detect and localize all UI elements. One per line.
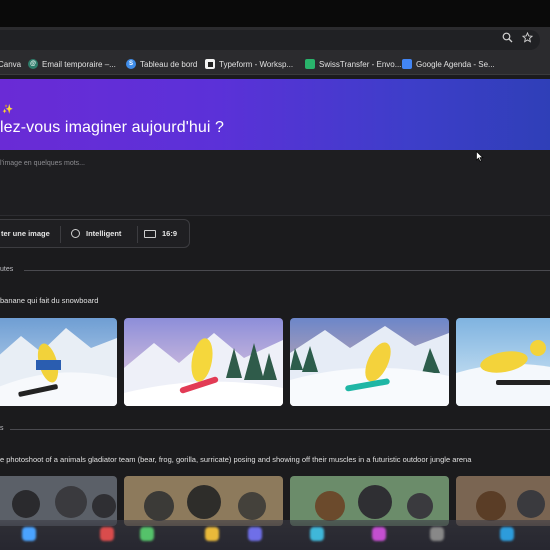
bookmark-google-agenda[interactable]: Google Agenda - Se... xyxy=(402,57,495,71)
generated-image-2[interactable] xyxy=(124,318,283,406)
browser-window: Canva @ Email temporaire –... S Tableau … xyxy=(0,0,550,550)
generation-options: ter une image Intelligent 16:9 xyxy=(0,219,190,248)
bookmark-label: Email temporaire –... xyxy=(42,59,116,69)
generated-image-8[interactable] xyxy=(456,476,550,526)
s-icon: S xyxy=(126,59,136,69)
dock-app-icon[interactable] xyxy=(248,527,262,541)
typeform-icon xyxy=(205,59,215,69)
options-divider xyxy=(60,226,61,243)
bookmark-label: Tableau de bord xyxy=(140,59,198,69)
page-title: lez-vous imaginer aujourd'hui ? xyxy=(0,119,225,136)
os-dock xyxy=(0,520,550,550)
dock-app-icon[interactable] xyxy=(430,527,444,541)
address-bar xyxy=(0,27,550,53)
aspect-ratio-icon xyxy=(144,229,156,238)
prompt-placeholder: l'image en quelques mots... xyxy=(0,160,85,167)
section-divider xyxy=(10,429,550,430)
ratio-label: 16:9 xyxy=(162,229,178,238)
options-divider xyxy=(137,226,138,243)
section-label: s xyxy=(0,425,4,432)
url-field[interactable] xyxy=(0,30,540,50)
calendar-icon xyxy=(402,59,412,69)
generated-image-1[interactable] xyxy=(0,318,117,406)
bookmark-label: Google Agenda - Se... xyxy=(416,59,495,69)
dock-app-icon[interactable] xyxy=(500,527,514,541)
swisstransfer-icon xyxy=(305,59,315,69)
bookmark-tableau[interactable]: S Tableau de bord xyxy=(126,57,197,71)
bookmark-label: Canva xyxy=(0,59,22,69)
dock-app-icon[interactable] xyxy=(22,527,36,541)
dock-app-icon[interactable] xyxy=(310,527,324,541)
section-divider xyxy=(24,270,550,271)
add-image-button[interactable]: ter une image xyxy=(1,229,50,238)
generated-image-6[interactable] xyxy=(124,476,283,526)
style-label: Intelligent xyxy=(86,229,122,238)
generated-image-5[interactable] xyxy=(0,476,117,526)
style-selector[interactable]: Intelligent xyxy=(71,229,121,238)
dock-app-icon[interactable] xyxy=(100,527,114,541)
section-label: utes xyxy=(0,266,14,273)
zoom-icon[interactable] xyxy=(502,32,513,47)
hero-banner: ✨ xyxy=(0,79,550,150)
sparkle-icon: ✨ xyxy=(2,104,14,114)
window-titlebar xyxy=(0,0,550,27)
generated-image-3[interactable] xyxy=(290,318,449,406)
dock-app-icon[interactable] xyxy=(140,527,154,541)
dock-app-icon[interactable] xyxy=(372,527,386,541)
email-icon: @ xyxy=(28,59,38,69)
bookmark-email[interactable]: @ Email temporaire –... xyxy=(28,57,116,71)
bookmarks-bar: Canva @ Email temporaire –... S Tableau … xyxy=(0,53,550,75)
add-image-label: ter une image xyxy=(1,229,50,238)
star-icon[interactable] xyxy=(521,31,534,47)
mouse-cursor-icon xyxy=(476,150,484,165)
bookmark-label: SwissTransfer - Envo... xyxy=(319,59,402,69)
generation-prompt: banane qui fait du snowboard xyxy=(0,296,99,305)
bookmark-canva[interactable]: Canva xyxy=(0,57,21,71)
ratio-selector[interactable]: 16:9 xyxy=(144,229,177,238)
bookmark-swisstransfer[interactable]: SwissTransfer - Envo... xyxy=(305,57,401,71)
generation-prompt: e photoshoot of a animals gladiator team… xyxy=(0,455,472,464)
generated-image-7[interactable] xyxy=(290,476,449,526)
dock-app-icon[interactable] xyxy=(205,527,219,541)
generated-image-4[interactable] xyxy=(456,318,550,406)
palette-icon xyxy=(71,229,80,238)
bookmark-typeform[interactable]: Typeform - Worksp... xyxy=(205,57,293,71)
bookmark-label: Typeform - Worksp... xyxy=(219,59,294,69)
